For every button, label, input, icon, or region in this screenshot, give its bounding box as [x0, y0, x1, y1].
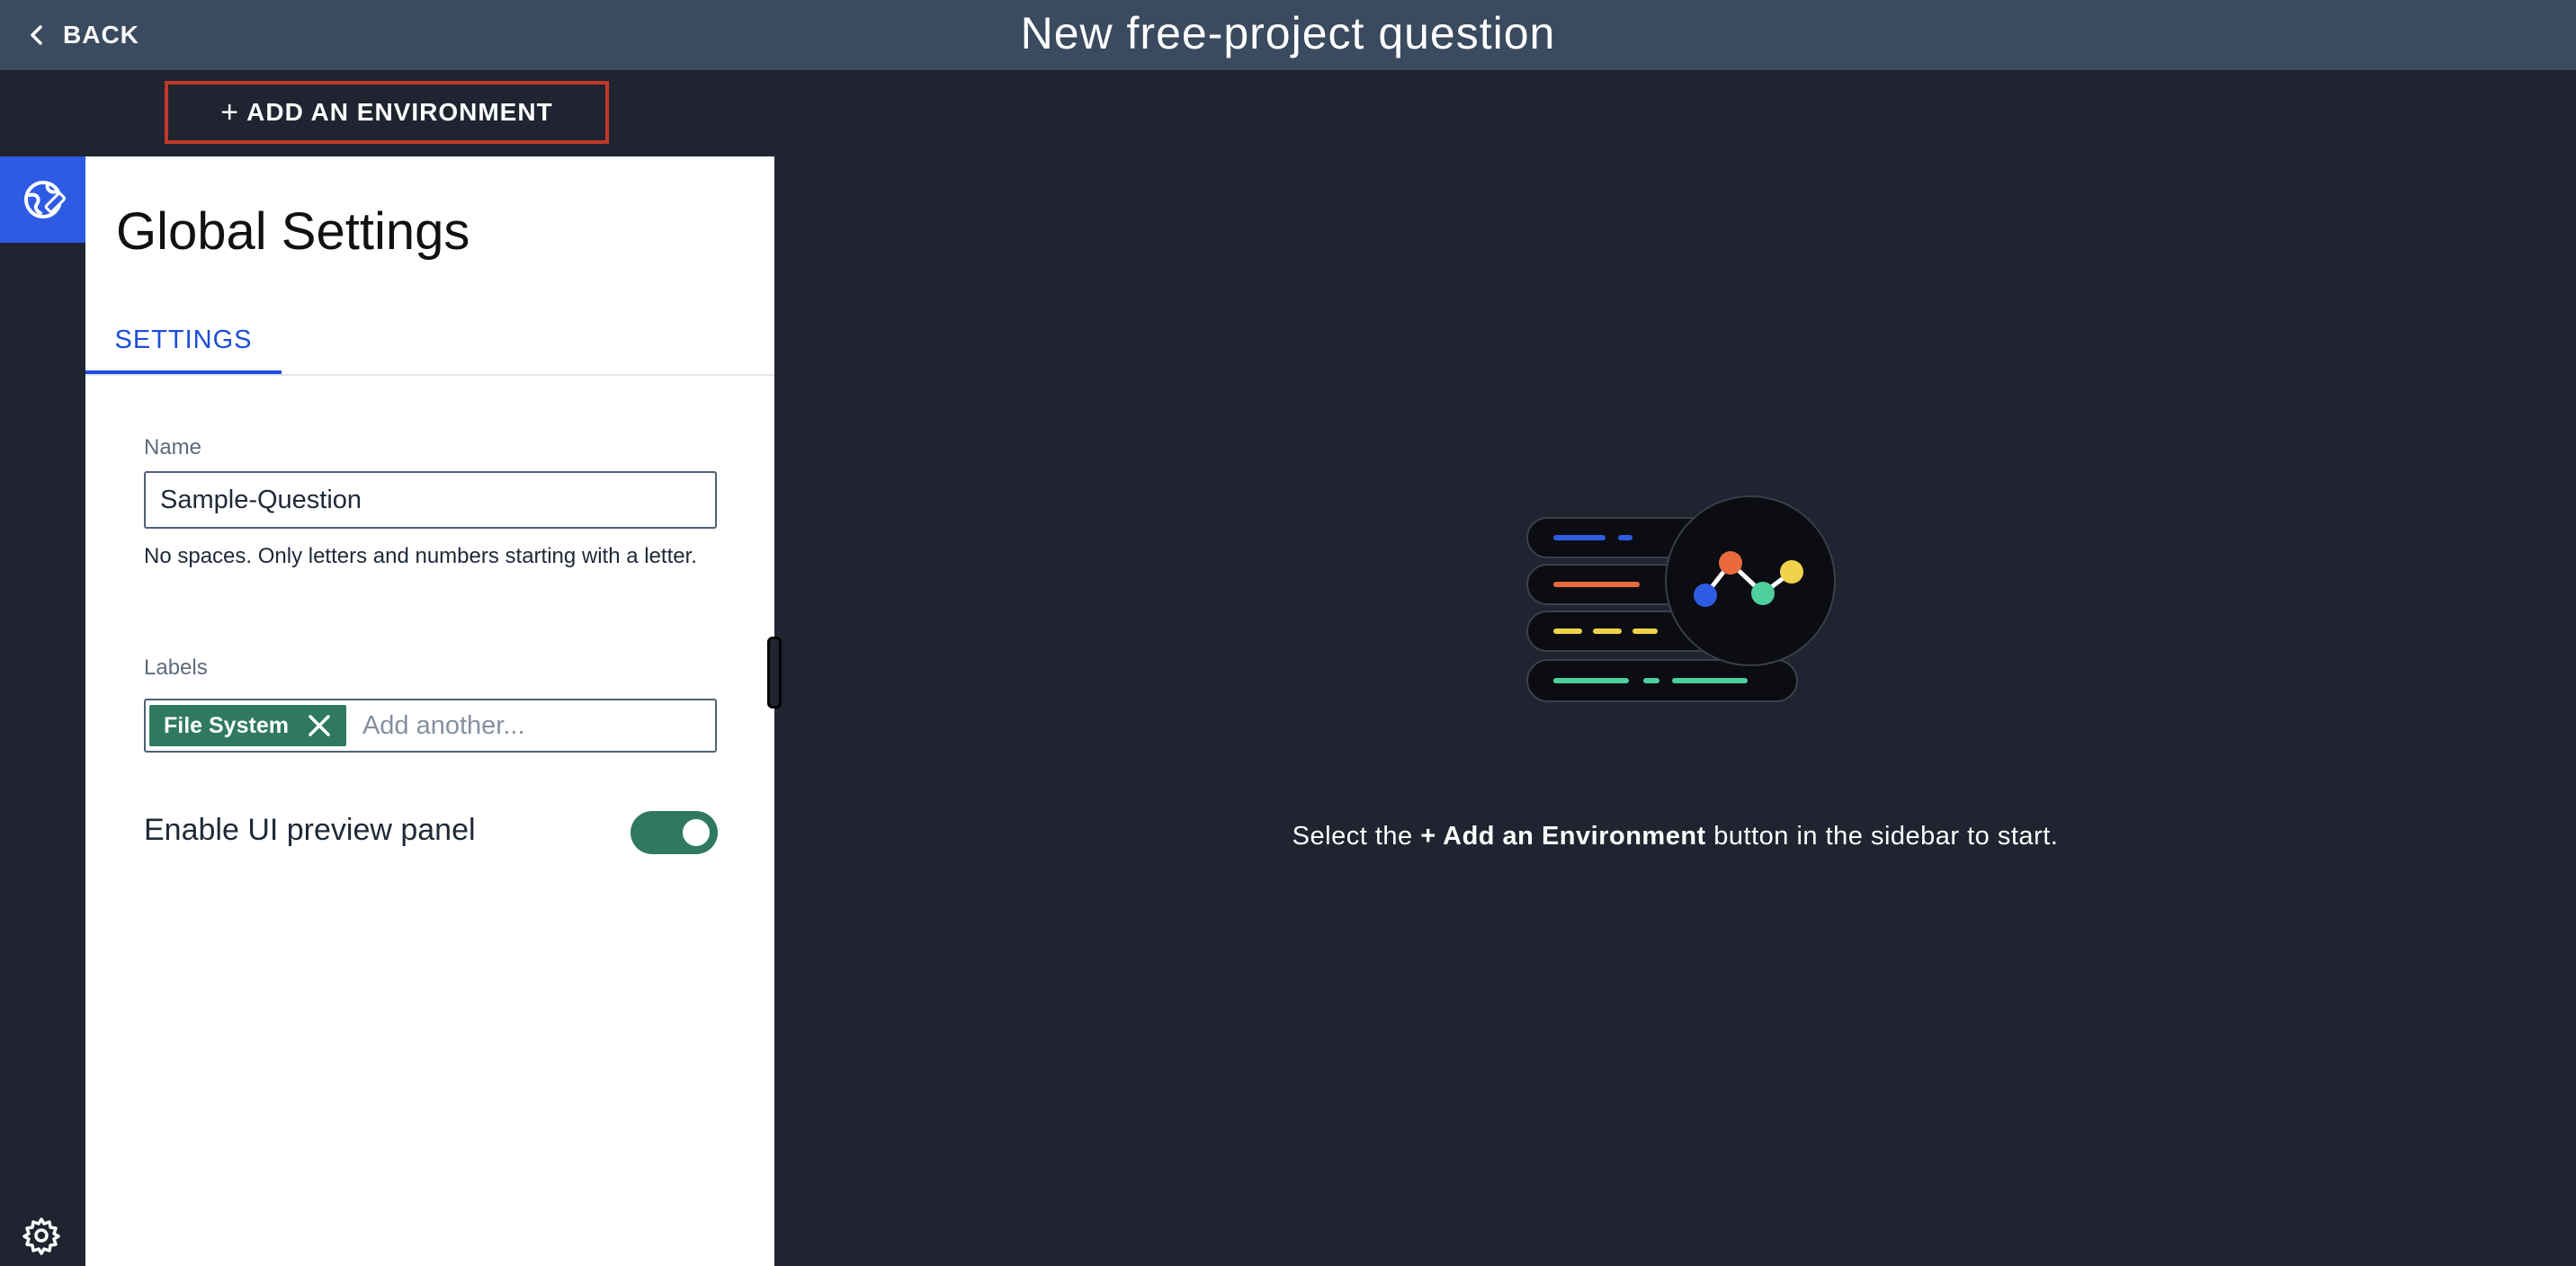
name-field-label: Name [144, 435, 202, 459]
environment-illustration [1526, 495, 1836, 702]
labels-field[interactable]: File System [144, 699, 717, 753]
globe-edit-icon [23, 181, 66, 218]
tab-settings[interactable]: SETTINGS [85, 318, 282, 374]
resize-handle[interactable] [767, 637, 782, 709]
empty-state-prefix: Select the [1292, 822, 1421, 851]
add-environment-button[interactable]: + ADD AN ENVIRONMENT [165, 81, 609, 144]
plus-icon: + [220, 95, 240, 129]
labels-input[interactable] [362, 710, 686, 741]
close-icon[interactable] [307, 713, 332, 738]
empty-state-suffix: button in the sidebar to start. [1705, 822, 2059, 851]
page-title: New free-project question [1020, 8, 1556, 58]
tab-divider [85, 374, 774, 376]
panel-title: Global Settings [116, 202, 470, 261]
empty-state-bold: + Add an Environment [1420, 822, 1706, 851]
name-helper-text: No spaces. Only letters and numbers star… [144, 544, 697, 568]
name-input[interactable] [144, 471, 717, 529]
preview-toggle[interactable] [631, 811, 718, 854]
preview-toggle-label: Enable UI preview panel [144, 813, 476, 847]
label-chip-text: File System [164, 712, 289, 738]
settings-panel: Global Settings SETTINGS Name No spaces.… [85, 156, 774, 1266]
top-bar: BACK New free-project question [0, 0, 2576, 70]
empty-state-message: Select the + Add an Environment button i… [774, 822, 2576, 851]
label-chip: File System [149, 705, 346, 746]
gear-icon[interactable] [22, 1216, 61, 1255]
toggle-knob [683, 819, 710, 846]
add-environment-label: ADD AN ENVIRONMENT [246, 98, 553, 126]
global-settings-rail-button[interactable] [0, 156, 85, 243]
sidebar-header: + ADD AN ENVIRONMENT [0, 70, 774, 156]
icon-rail [0, 156, 85, 1266]
labels-field-label: Labels [144, 655, 208, 680]
